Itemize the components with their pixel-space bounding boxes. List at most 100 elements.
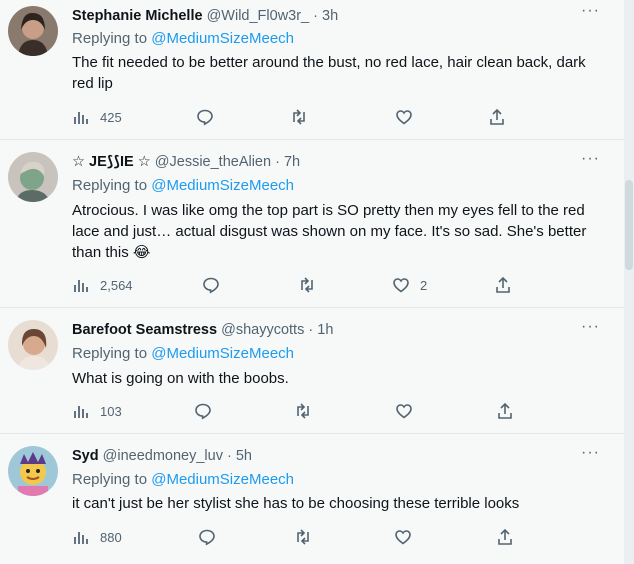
author-handle[interactable]: @shayycotts: [221, 322, 304, 338]
reply-button[interactable]: [194, 400, 212, 422]
replying-to: Replying to @MediumSizeMeech: [72, 344, 294, 364]
more-icon[interactable]: ···: [581, 2, 600, 20]
timestamp[interactable]: 7h: [284, 154, 300, 170]
author-handle[interactable]: @Jessie_theAlien: [155, 154, 271, 170]
retweet-icon: [293, 109, 305, 125]
views-count: 425: [100, 109, 122, 125]
like-icon: [396, 404, 412, 419]
tweet[interactable]: Barefoot Seamstress @shayycotts · 1h ···…: [0, 308, 624, 434]
scrollbar-thumb[interactable]: [625, 180, 633, 270]
like-button[interactable]: [394, 526, 412, 548]
retweet-button[interactable]: [290, 106, 308, 128]
separator-dot: ·: [226, 448, 232, 464]
separator-dot: ·: [313, 8, 319, 24]
views-icon: [74, 406, 88, 418]
reply-icon: [197, 109, 213, 126]
scrollbar[interactable]: [624, 0, 634, 564]
replying-to: Replying to @MediumSizeMeech: [72, 176, 294, 196]
separator-dot: ·: [308, 322, 314, 338]
replying-to-link[interactable]: @MediumSizeMeech: [151, 471, 294, 488]
share-icon: [498, 528, 512, 545]
tweet-actions: 880: [72, 526, 512, 548]
share-button[interactable]: [488, 106, 506, 128]
author-handle[interactable]: @ineedmoney_luv: [103, 448, 223, 464]
reply-icon: [203, 277, 219, 294]
tweet-text: Atrocious. I was like omg the top part i…: [72, 202, 587, 261]
retweet-icon: [297, 403, 309, 419]
separator-dot: ·: [275, 154, 280, 170]
views-button[interactable]: 880: [72, 526, 122, 548]
author-name[interactable]: Stephanie Michelle: [72, 8, 203, 24]
views-count: 103: [100, 403, 122, 419]
replying-prefix: Replying to: [72, 345, 148, 362]
timestamp[interactable]: 5h: [236, 448, 252, 464]
share-button[interactable]: [496, 526, 514, 548]
tweet[interactable]: Syd @ineedmoney_luv · 5h ··· Replying to…: [0, 434, 624, 564]
author-name[interactable]: Barefoot Seamstress: [72, 322, 217, 338]
share-button[interactable]: [494, 274, 512, 296]
views-icon: [74, 280, 88, 292]
share-icon: [496, 276, 510, 293]
retweet-icon: [297, 529, 309, 545]
replying-to: Replying to @MediumSizeMeech: [72, 470, 294, 490]
views-count: 2,564: [100, 277, 133, 293]
tweet-text: it can't just be her stylist she has to …: [72, 495, 520, 512]
reply-feed: Stephanie Michelle @Wild_Fl0w3r_ · 3h ··…: [0, 0, 624, 564]
replying-to-link[interactable]: @MediumSizeMeech: [151, 177, 294, 194]
avatar[interactable]: [8, 446, 58, 496]
tweet-header: ☆ JE⟆⟆IE ☆ @Jessie_theAlien · 7h: [72, 152, 584, 172]
timestamp[interactable]: 1h: [317, 322, 333, 338]
more-icon[interactable]: ···: [581, 444, 600, 462]
tweet-actions: 103: [72, 400, 512, 422]
views-icon: [74, 112, 88, 124]
reply-button[interactable]: [198, 526, 216, 548]
avatar[interactable]: [8, 6, 58, 56]
author-name[interactable]: ☆ JE⟆⟆IE ☆: [72, 154, 151, 170]
replying-prefix: Replying to: [72, 177, 148, 194]
avatar[interactable]: [8, 152, 58, 202]
like-icon: [395, 530, 411, 545]
replying-prefix: Replying to: [72, 30, 148, 47]
tweet[interactable]: ☆ JE⟆⟆IE ☆ @Jessie_theAlien · 7h ··· Rep…: [0, 140, 624, 308]
reply-icon: [199, 529, 215, 546]
retweet-button[interactable]: [298, 274, 316, 296]
reply-icon: [195, 403, 211, 420]
replying-to-link[interactable]: @MediumSizeMeech: [151, 30, 294, 47]
timestamp[interactable]: 3h: [322, 8, 338, 24]
share-icon: [490, 108, 504, 125]
reply-button[interactable]: [202, 274, 220, 296]
views-icon: [74, 532, 88, 544]
reply-button[interactable]: [196, 106, 214, 128]
more-icon[interactable]: ···: [581, 150, 600, 168]
likes-count: 2: [420, 277, 428, 293]
tweet-header: Syd @ineedmoney_luv · 5h: [72, 446, 584, 466]
like-button[interactable]: [395, 400, 413, 422]
retweet-button[interactable]: [294, 400, 312, 422]
retweet-button[interactable]: [294, 526, 312, 548]
share-icon: [498, 402, 512, 419]
retweet-icon: [301, 277, 313, 293]
tweet-text: What is going on with the boobs.: [72, 370, 289, 387]
like-icon: [396, 110, 412, 125]
tweet-actions: 425: [72, 106, 512, 128]
replying-to: Replying to @MediumSizeMeech: [72, 29, 294, 49]
views-button[interactable]: 425: [72, 106, 122, 128]
replying-to-link[interactable]: @MediumSizeMeech: [151, 345, 294, 362]
author-name[interactable]: Syd: [72, 448, 99, 464]
views-button[interactable]: 103: [72, 400, 122, 422]
like-button[interactable]: 2: [392, 274, 427, 296]
tweet-header: Barefoot Seamstress @shayycotts · 1h: [72, 320, 584, 340]
tweet[interactable]: Stephanie Michelle @Wild_Fl0w3r_ · 3h ··…: [0, 0, 624, 140]
author-handle[interactable]: @Wild_Fl0w3r_: [207, 8, 310, 24]
replying-prefix: Replying to: [72, 471, 148, 488]
like-button[interactable]: [395, 106, 413, 128]
tweet-header: Stephanie Michelle @Wild_Fl0w3r_ · 3h: [72, 6, 584, 26]
tweet-actions: 2,564 2: [72, 274, 512, 296]
like-icon: [393, 278, 409, 293]
share-button[interactable]: [496, 400, 514, 422]
views-button[interactable]: 2,564: [72, 274, 133, 296]
avatar[interactable]: [8, 320, 58, 370]
views-count: 880: [100, 529, 122, 545]
tweet-text: The fit needed to be better around the b…: [72, 54, 586, 92]
more-icon[interactable]: ···: [581, 318, 600, 336]
